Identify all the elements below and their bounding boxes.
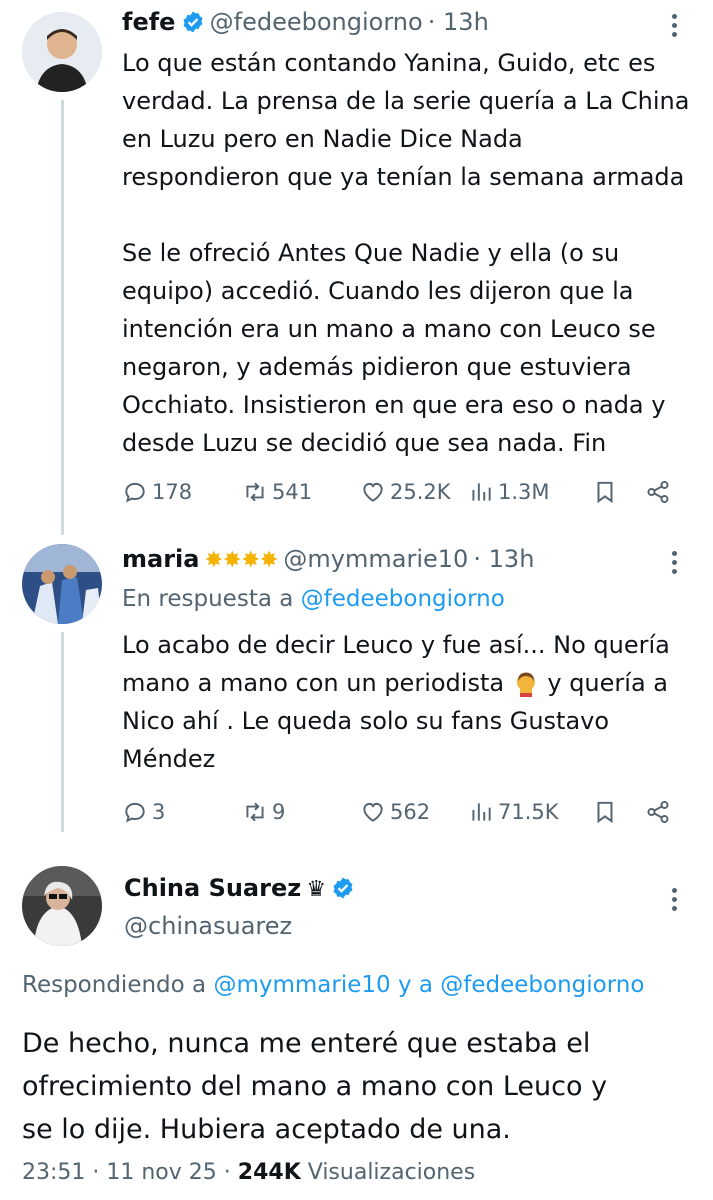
body-line: negaron, y además pidieron que estuviera [122, 353, 632, 381]
body-line: Lo acabo de decir Leuco y fue así... No … [122, 631, 670, 659]
reply-icon [125, 482, 145, 503]
views-count: 1.3M [498, 480, 550, 504]
body-line: Méndez [122, 745, 216, 773]
paragraph: Se le ofreció Antes Que Nadie y ella (o … [122, 234, 707, 462]
more-options-icon[interactable] [670, 14, 678, 41]
star-icon: ✸✸✸✸ [204, 548, 279, 573]
share-icon [647, 800, 669, 824]
repost-icon [246, 482, 264, 502]
share-button[interactable] [645, 795, 671, 829]
bookmark-button[interactable] [592, 795, 618, 829]
tweet-body: Lo acabo de decir Leuco y fue así... No … [122, 626, 707, 778]
crown-icon: ♛ [306, 877, 327, 902]
author-handle[interactable]: @mymmarie10 [283, 545, 468, 573]
views-label: Visualizaciones [307, 1160, 476, 1185]
action-bar: 178 541 25.2K 1.3M [122, 475, 702, 509]
reply-joiner: y a [397, 972, 433, 998]
timestamp[interactable]: 23:51 · 11 nov 25 · [22, 1160, 231, 1185]
reply-count: 178 [152, 480, 193, 504]
body-line-part: y quería a [547, 669, 668, 697]
body-line: equipo) accedió. Cuando les dijeron que … [122, 277, 634, 305]
views-icon [472, 483, 491, 501]
reply-context: Respondiendo a @mymmarie10 y a @fedeebon… [22, 972, 644, 998]
share-button[interactable] [645, 475, 671, 509]
repost-button[interactable]: 541 [242, 475, 312, 509]
like-button[interactable]: 25.2K [360, 475, 451, 509]
body-line: Occhiato. Insistieron en que era eso o n… [122, 391, 666, 419]
like-icon [363, 802, 383, 822]
tweet-header: fefe @fedeebongiorno · 13h [122, 8, 489, 40]
reply-count: 3 [152, 800, 166, 824]
tweet-body: De hecho, nunca me enteré que estaba el … [22, 1022, 707, 1151]
body-line: Nico ahí . Le queda solo su fans Gustavo [122, 707, 610, 735]
body-line: Lo que están contando Yanina, Guido, etc… [122, 49, 656, 77]
bookmark-button[interactable] [592, 475, 618, 509]
reply-handle-link[interactable]: @fedeebongiorno [440, 972, 644, 998]
body-line: ofrecimiento del mano a mano con Leuco y [22, 1071, 608, 1102]
more-options-icon[interactable] [670, 888, 678, 915]
tweet-time[interactable]: · 13h [473, 545, 534, 573]
tweet-body: Lo que están contando Yanina, Guido, etc… [122, 44, 707, 462]
share-icon [647, 480, 669, 504]
paragraph: Lo que están contando Yanina, Guido, etc… [122, 44, 707, 196]
more-options-icon[interactable] [670, 551, 678, 578]
action-bar: 3 9 562 71.5K [122, 795, 702, 829]
avatar-maria-image [22, 544, 102, 624]
body-line: intención era un mano a mano con Leuco s… [122, 315, 656, 343]
author-name[interactable]: fefe [122, 8, 175, 36]
views-button[interactable]: 71.5K [468, 795, 559, 829]
views-button[interactable]: 1.3M [468, 475, 550, 509]
repost-button[interactable]: 9 [242, 795, 285, 829]
body-line: De hecho, nunca me enteré que estaba el [22, 1028, 591, 1059]
reply-prefix: Respondiendo a [22, 972, 207, 998]
author-handle[interactable]: @fedeebongiorno [210, 8, 423, 36]
verified-badge-icon [183, 11, 203, 33]
avatar-chinasuarez-image [22, 866, 102, 946]
avatar-maria[interactable] [22, 544, 102, 624]
views-count: 71.5K [498, 800, 559, 824]
like-count: 25.2K [390, 480, 451, 504]
body-line: mano a mano con un periodista y quería a [122, 664, 707, 702]
body-line: Se le ofreció Antes Que Nadie y ella (o … [122, 239, 620, 267]
avatar-chinasuarez[interactable] [22, 866, 102, 946]
body-line: en Luzu pero en Nadie Dice Nada [122, 125, 523, 153]
reply-handle-link[interactable]: @mymmarie10 [213, 972, 390, 998]
reply-context: En respuesta a @fedeebongiorno [122, 586, 505, 612]
thread-line-1 [61, 100, 64, 535]
tweet-metadata: 23:51 · 11 nov 25 · 244K Visualizaciones [22, 1160, 475, 1185]
views-icon [472, 803, 491, 821]
repost-count: 541 [272, 480, 313, 504]
facepalm-emoji [512, 669, 540, 697]
like-count: 562 [390, 800, 431, 824]
reply-icon [125, 802, 145, 823]
author-name[interactable]: China Suarez [124, 874, 301, 902]
like-icon [363, 482, 383, 502]
repost-count: 9 [272, 800, 286, 824]
reply-button[interactable]: 178 [122, 475, 192, 509]
bookmark-icon [597, 481, 613, 504]
like-button[interactable]: 562 [360, 795, 430, 829]
verified-badge-icon [333, 877, 353, 899]
repost-icon [246, 802, 264, 822]
reply-button[interactable]: 3 [122, 795, 165, 829]
reply-handle-link[interactable]: @fedeebongiorno [301, 586, 505, 612]
body-line: respondieron que ya tenían la semana arm… [122, 163, 685, 191]
tweet-time[interactable]: · 13h [428, 8, 489, 36]
body-line: desde Luzu se decidió que sea nada. Fin [122, 429, 607, 457]
thread-line-2 [61, 632, 64, 832]
body-line-part: mano a mano con un periodista [122, 669, 505, 697]
tweet-header: China Suarez ♛ [124, 874, 355, 908]
body-line: se lo dije. Hubiera aceptado de una. [22, 1114, 511, 1145]
avatar-fefe[interactable] [22, 12, 102, 92]
author-name[interactable]: maria [122, 545, 199, 573]
bookmark-icon [597, 801, 613, 824]
tweet-header: maria ✸✸✸✸ @mymmarie10 · 13h [122, 545, 534, 577]
avatar-fefe-image [22, 12, 102, 92]
reply-prefix: En respuesta a [122, 586, 294, 612]
views-count: 244K [237, 1160, 301, 1185]
body-line: verdad. La prensa de la serie quería a L… [122, 87, 690, 115]
author-handle[interactable]: @chinasuarez [124, 912, 292, 940]
